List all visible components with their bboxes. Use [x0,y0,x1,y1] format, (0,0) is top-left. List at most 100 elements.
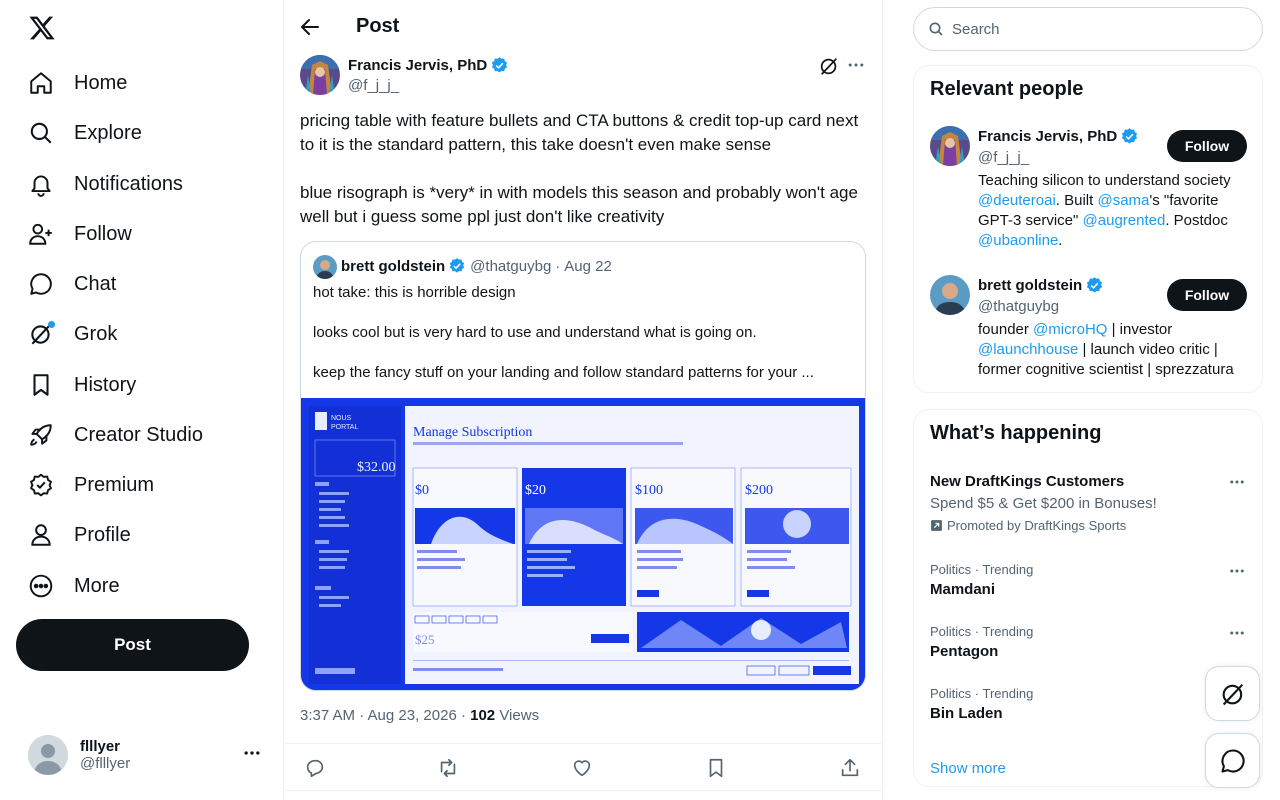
nav-label: More [74,574,120,597]
person-avatar[interactable] [930,126,970,166]
tweet-actions [284,743,883,791]
grok-icon[interactable] [818,55,840,77]
grok-icon [1222,683,1243,705]
search-input[interactable] [952,20,1232,38]
price-text: $0 [415,483,429,498]
more-icon[interactable] [846,55,866,75]
nav-explore[interactable]: Explore [16,110,154,156]
more-icon[interactable] [1228,473,1246,491]
logo-text: NOUS [331,415,352,422]
tweet-author-handle[interactable]: @f_j_j_ [348,77,399,94]
timestamp-text: 3:37 AM · Aug 23, 2026 · [300,707,471,724]
promoted-label: Promoted by DraftKings Sports [930,518,1126,533]
person-handle[interactable]: @thatguybg [978,298,1059,315]
person-handle[interactable]: @f_j_j_ [978,149,1029,166]
nav-more[interactable]: More [16,563,132,609]
account-switcher[interactable]: flllyer @flllyer [16,729,276,781]
trend-subtitle[interactable]: Spend $5 & Get $200 in Bonuses! [930,495,1157,512]
nav-follow[interactable]: Follow [16,211,144,257]
more-icon[interactable] [242,743,262,763]
share-icon[interactable] [839,757,861,779]
nav-chat[interactable]: Chat [16,261,128,307]
trend-title[interactable]: Mamdani [930,581,995,598]
nav-label: Profile [74,523,131,546]
whats-happening-card: What’s happening New DraftKings Customer… [913,409,1263,787]
trend-category: Politics · Trending [930,686,1034,701]
person-name[interactable]: Francis Jervis, PhD [978,127,1139,146]
tweet-author-name[interactable]: Francis Jervis, PhD [348,56,509,75]
nav-creator-studio[interactable]: Creator Studio [16,412,215,458]
nav-profile[interactable]: Profile [16,512,143,558]
verified-badge-icon [28,472,54,498]
mention-link[interactable]: @launchhouse [978,341,1078,358]
search-bar[interactable] [913,7,1263,51]
chat-icon [28,271,54,297]
nav-label: Notifications [74,172,183,195]
tweet-timestamp[interactable]: 3:37 AM · Aug 23, 2026 · 102 Views [300,707,539,724]
bio-text: . [1058,232,1063,249]
follow-button[interactable]: Follow [1167,279,1247,311]
nav-home[interactable]: Home [16,60,139,106]
card-title: Relevant people [930,78,1084,100]
tweet-text: pricing table with feature bullets and C… [300,111,859,226]
home-icon [28,70,54,96]
topup-amount-text: $25 [415,632,435,647]
verified-badge-icon [449,258,465,273]
left-navigation: Home Explore Notifications Follow Chat G… [0,0,284,800]
trend-title[interactable]: Pentagon [930,643,998,660]
trend-title[interactable]: Bin Laden [930,705,1003,722]
bio-text: . Postdoc [1165,212,1228,229]
person-bio: Teaching silicon to understand society @… [978,171,1250,251]
quoted-text-line: keep the fancy stuff on your landing and… [313,364,814,381]
logo-text: PORTAL [331,424,358,431]
more-icon[interactable] [1228,562,1246,580]
person-avatar[interactable] [930,275,970,315]
x-logo-icon[interactable] [28,14,56,42]
quoted-image[interactable]: NOUS PORTAL $32.00 Manage Subscription $… [301,398,865,690]
trend-category: Politics · Trending [930,562,1034,577]
bio-text: founder [978,321,1034,338]
tweet-author-avatar[interactable] [300,55,340,95]
messages-float-button[interactable] [1205,733,1260,788]
nav-label: Premium [74,473,155,496]
person-name-text: brett goldstein [978,277,1083,294]
like-icon[interactable] [571,757,593,779]
mention-link[interactable]: @sama [1097,192,1149,209]
relevant-people-card: Relevant people Francis Jervis, PhD @f_j… [913,65,1263,393]
back-arrow-icon[interactable] [298,15,322,39]
nav-history[interactable]: History [16,362,148,408]
nav-notifications[interactable]: Notifications [16,161,195,207]
trend-title[interactable]: New DraftKings Customers [930,473,1124,490]
repost-icon[interactable] [437,757,459,779]
verified-badge-icon [1122,128,1138,144]
follow-button[interactable]: Follow [1167,130,1247,162]
nav-label: Chat [74,272,117,295]
quoted-tweet[interactable]: brett goldstein @thatguybg · Aug 22 hot … [300,241,866,691]
rocket-icon [28,422,54,448]
mention-link[interactable]: @ubaonline [978,232,1058,249]
chat-icon [1220,748,1245,773]
verified-badge-icon [492,57,508,73]
mention-link[interactable]: @deuteroai [978,192,1056,209]
mention-link[interactable]: @augrented [1083,212,1166,229]
nav-label: Home [74,71,128,94]
bio-text: Teaching silicon to understand society [978,172,1231,189]
subscription-heading: Manage Subscription [413,425,532,440]
nav-grok[interactable]: Grok [16,311,129,357]
nav-label: Explore [74,121,142,144]
nav-premium[interactable]: Premium [16,462,166,508]
nav-label: History [74,373,137,396]
person-name[interactable]: brett goldstein [978,276,1104,295]
mention-link[interactable]: @microHQ [1033,321,1107,338]
bookmark-icon[interactable] [705,757,727,779]
person-bio: founder @microHQ | investor @launchhouse… [978,320,1250,380]
post-button[interactable]: Post [16,619,249,671]
show-more-link[interactable]: Show more [930,760,1006,777]
more-icon[interactable] [1228,624,1246,642]
reply-icon[interactable] [304,757,326,779]
price-text: $100 [635,483,663,498]
grok-float-button[interactable] [1205,666,1260,721]
quoted-date: Aug 22 [564,257,612,275]
price-text: $20 [525,483,546,498]
person-name-text: Francis Jervis, PhD [978,128,1118,145]
